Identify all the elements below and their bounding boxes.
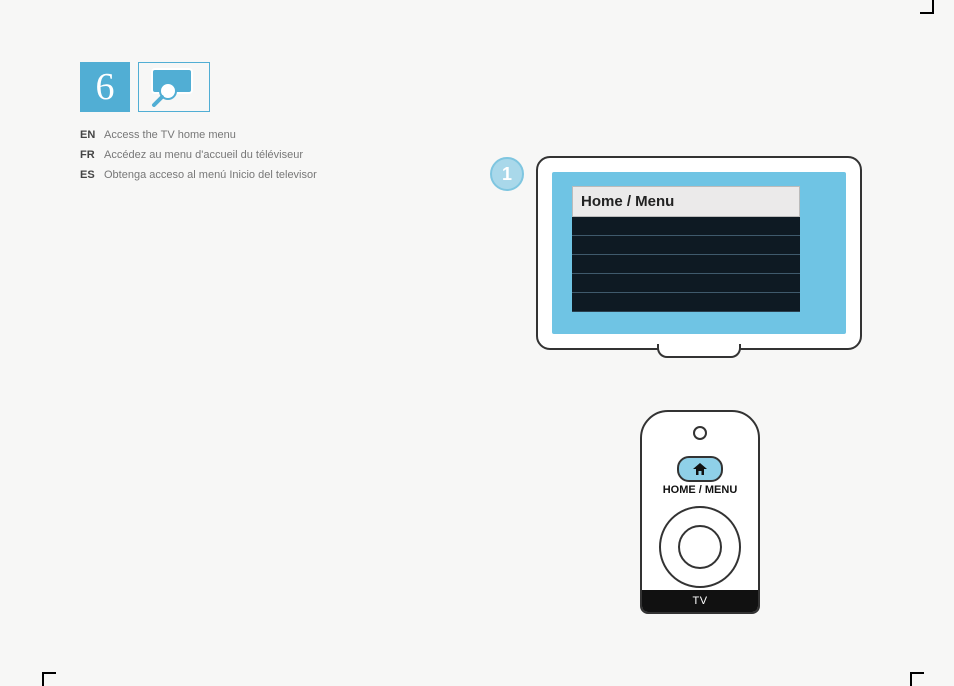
lang-code: ES (80, 168, 104, 184)
callout-number-badge: 1 (490, 157, 524, 191)
tv-magnifier-icon (138, 62, 210, 112)
menu-item-placeholder (572, 217, 800, 236)
tv-screen-illustration: Home / Menu (536, 156, 862, 350)
instruction-text: Accédez au menu d'accueil du téléviseur (104, 148, 380, 164)
step-number-badge: 6 (80, 62, 130, 112)
lang-code: EN (80, 128, 104, 144)
tv-stand-icon (657, 344, 741, 358)
home-icon (693, 463, 707, 475)
lang-code: FR (80, 148, 104, 164)
menu-item-placeholder (572, 293, 800, 311)
menu-item-placeholder (572, 274, 800, 293)
remote-mode-label: TV (642, 590, 758, 612)
instruction-row: ES Obtenga acceso al menú Inicio del tel… (80, 168, 380, 184)
manual-page: 6 EN Access the TV home menu FR Accédez … (0, 0, 954, 686)
onscreen-menu: Home / Menu (572, 186, 800, 312)
menu-item-placeholder (572, 255, 800, 274)
remote-led-icon (693, 426, 707, 440)
dpad-ok-button[interactable] (678, 525, 722, 569)
tv-display-area: Home / Menu (552, 172, 846, 334)
home-button-label: HOME / MENU (642, 484, 758, 496)
instruction-text: Obtenga acceso al menú Inicio del televi… (104, 168, 380, 184)
instruction-row: FR Accédez au menu d'accueil du télévise… (80, 148, 380, 164)
dpad-ring[interactable] (659, 506, 741, 588)
instruction-row: EN Access the TV home menu (80, 128, 380, 144)
home-menu-button[interactable] (677, 456, 723, 482)
remote-illustration: HOME / MENU TV (640, 410, 760, 614)
menu-header: Home / Menu (572, 186, 800, 217)
menu-item-placeholder (572, 236, 800, 255)
instruction-text: Access the TV home menu (104, 128, 380, 144)
instruction-list: EN Access the TV home menu FR Accédez au… (80, 128, 380, 188)
